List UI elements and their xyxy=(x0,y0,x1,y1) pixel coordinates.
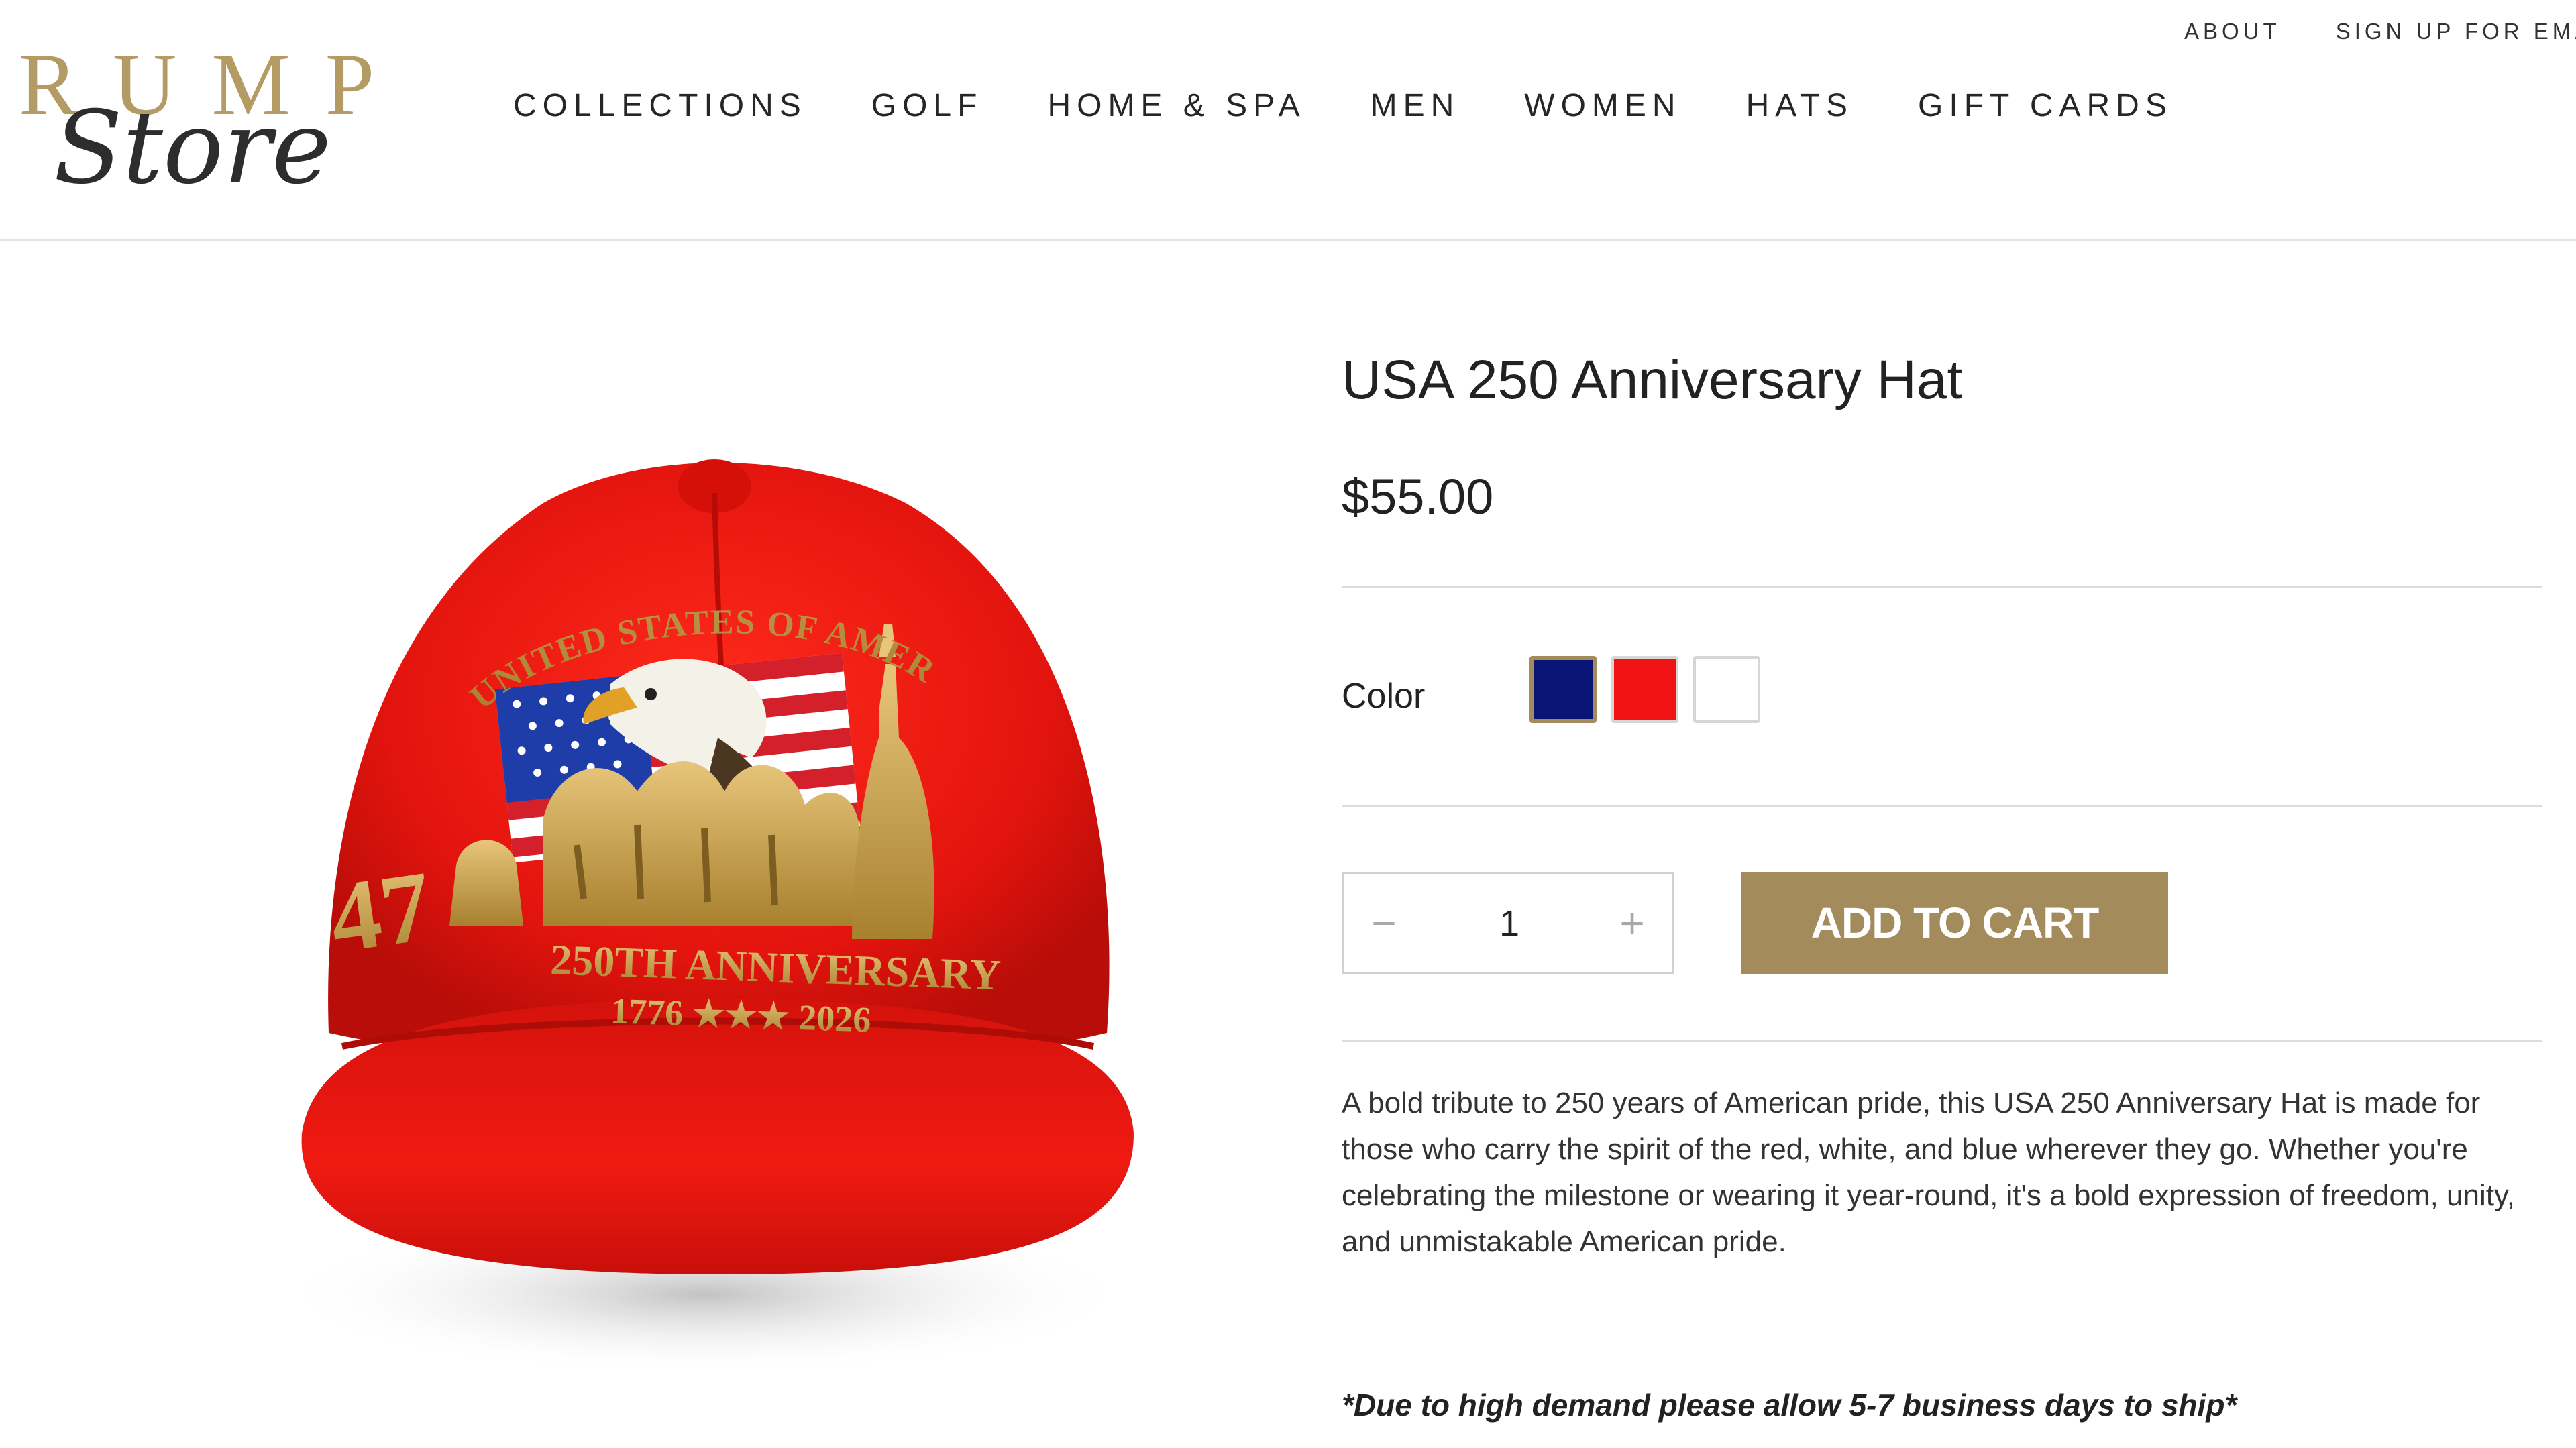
store-logo[interactable]: RUMP Store xyxy=(19,40,394,199)
nav-item-hats[interactable]: HATS xyxy=(1746,87,1854,124)
product-image[interactable]: 47 UNITED STATES OF AMER 250TH ANNIVERSA… xyxy=(154,305,1268,1422)
quantity-decrease-button[interactable]: − xyxy=(1344,874,1424,972)
product-title: USA 250 Anniversary Hat xyxy=(1342,349,1963,410)
nav-signup-email-link[interactable]: SIGN UP FOR EMAI xyxy=(2336,19,2576,44)
divider xyxy=(1342,805,2542,807)
site-header: RUMP Store ABOUT SIGN UP FOR EMAI COLLEC… xyxy=(0,0,2576,241)
nav-item-men[interactable]: MEN xyxy=(1371,87,1460,124)
product-price: $55.00 xyxy=(1342,469,1494,524)
quantity-stepper: − + xyxy=(1342,872,1674,974)
color-swatch-red[interactable] xyxy=(1611,656,1678,723)
shipping-note: *Due to high demand please allow 5-7 bus… xyxy=(1342,1388,2237,1423)
nav-item-home-spa[interactable]: HOME & SPA xyxy=(1047,87,1305,124)
hat-brim xyxy=(301,999,1134,1274)
color-swatch-white[interactable] xyxy=(1693,656,1760,723)
divider xyxy=(1342,586,2542,588)
nav-item-gift-cards[interactable]: GIFT CARDS xyxy=(1918,87,2173,124)
nav-item-collections[interactable]: COLLECTIONS xyxy=(513,87,807,124)
quantity-increase-button[interactable]: + xyxy=(1592,874,1672,972)
color-swatch-navy[interactable] xyxy=(1529,656,1597,723)
product-page: RUMP Store ABOUT SIGN UP FOR EMAI COLLEC… xyxy=(0,0,2576,1448)
color-swatches xyxy=(1529,656,1760,723)
nav-item-women[interactable]: WOMEN xyxy=(1524,87,1681,124)
utility-nav: ABOUT SIGN UP FOR EMAI xyxy=(2184,19,2576,44)
add-to-cart-button[interactable]: ADD TO CART xyxy=(1741,872,2168,974)
nav-item-golf[interactable]: GOLF xyxy=(871,87,983,124)
logo-script: Store xyxy=(54,90,331,207)
nav-about-link[interactable]: ABOUT xyxy=(2184,19,2281,44)
hat-side-text: 47 xyxy=(323,850,438,974)
hat-illustration: 47 UNITED STATES OF AMER 250TH ANNIVERSA… xyxy=(154,305,1134,1375)
quantity-input[interactable] xyxy=(1424,874,1595,973)
main-nav: COLLECTIONS GOLF HOME & SPA MEN WOMEN HA… xyxy=(513,87,2237,124)
divider xyxy=(1342,1040,2542,1042)
color-label: Color xyxy=(1342,677,1426,716)
product-description: A bold tribute to 250 years of American … xyxy=(1342,1087,2515,1258)
